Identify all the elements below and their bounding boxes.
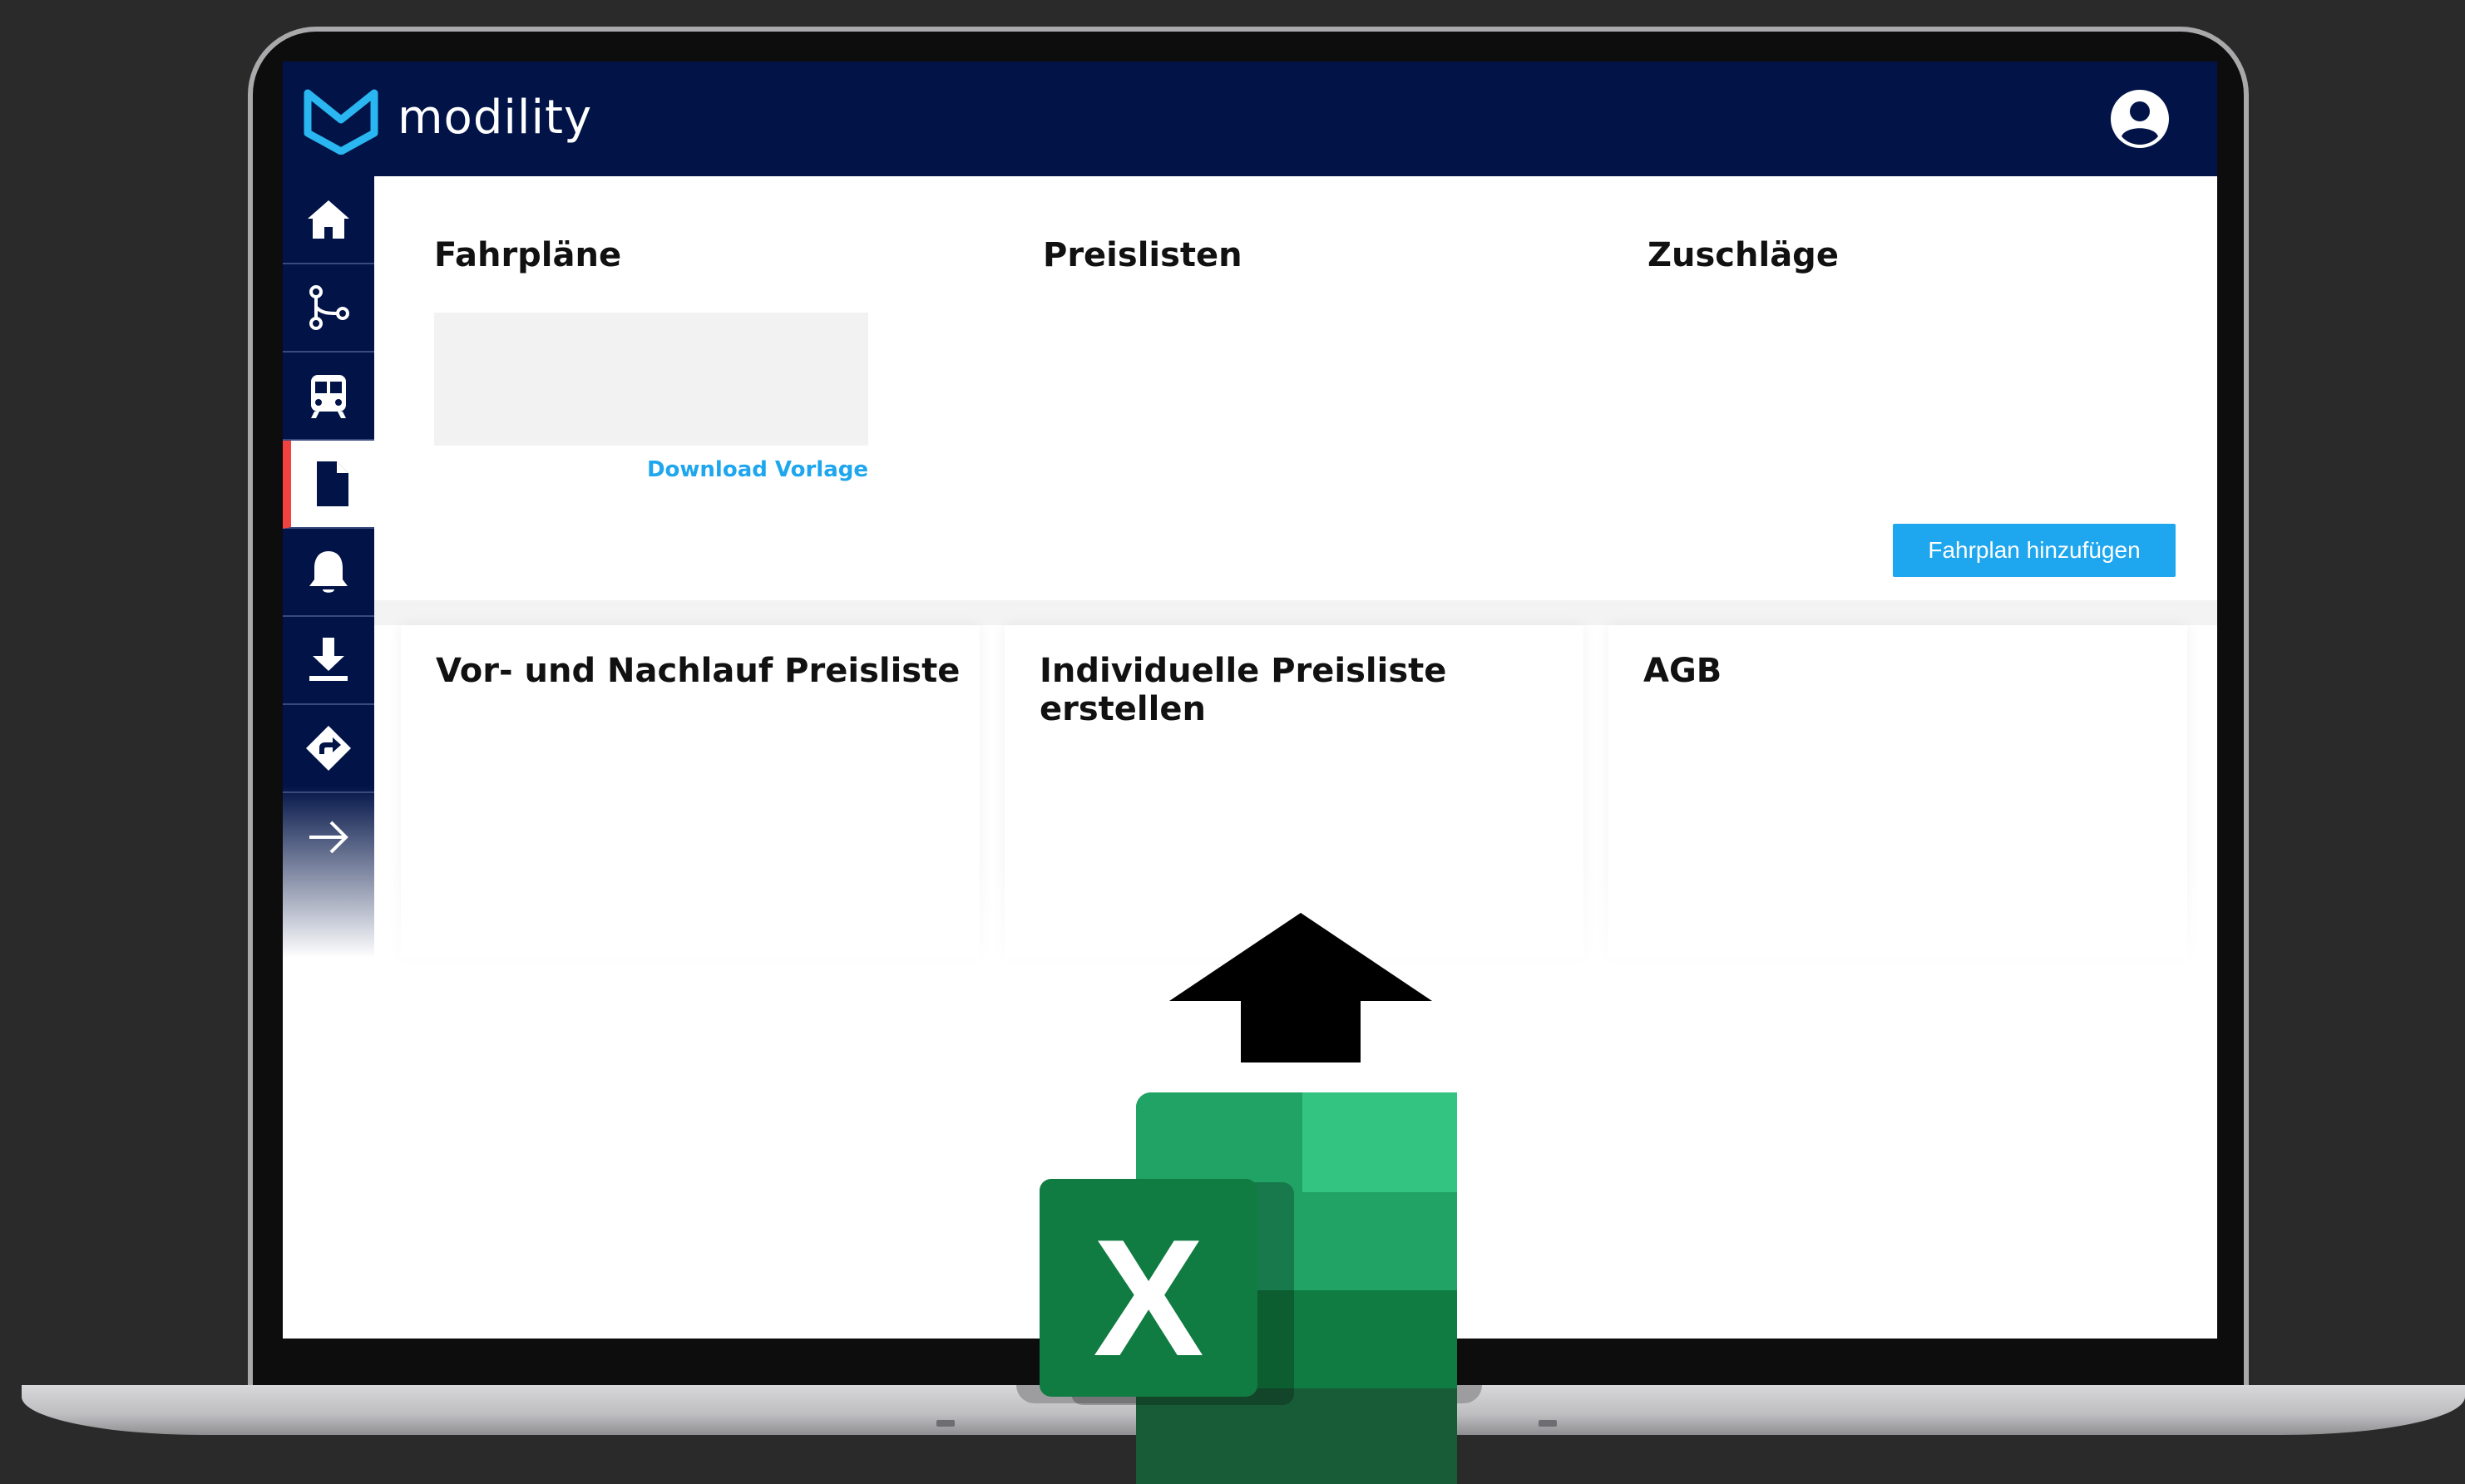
card-title: AGB	[1643, 652, 1722, 690]
sidebar-item-directions[interactable]	[283, 705, 374, 793]
section-title-zuschlaege: Zuschläge	[1647, 236, 1839, 274]
add-timetable-button[interactable]: Fahrplan hinzufügen	[1893, 524, 2176, 577]
sidebar-item-notifications[interactable]	[283, 529, 374, 617]
laptop-foot-left	[936, 1420, 955, 1427]
top-bar: modility	[283, 62, 2217, 176]
sidebar-item-documents[interactable]	[283, 441, 374, 529]
section-title-fahrplaene: Fahrpläne	[434, 236, 622, 274]
upload-arrow-icon	[1169, 913, 1432, 1062]
modility-logo-icon	[304, 89, 378, 155]
sidebar	[283, 176, 374, 958]
section-title-preislisten: Preislisten	[1043, 236, 1242, 274]
document-icon	[317, 461, 348, 506]
arrow-right-icon	[309, 821, 348, 854]
download-template-link[interactable]: Download Vorlage	[624, 457, 868, 482]
route-icon	[309, 285, 349, 330]
sidebar-item-downloads[interactable]	[283, 617, 374, 705]
sidebar-item-expand[interactable]	[283, 793, 374, 881]
sidebar-item-home[interactable]	[283, 176, 374, 264]
card-title: Individuelle Preisliste erstellen	[1040, 652, 1447, 728]
card-title: Vor- und Nachlauf Preisliste	[436, 652, 961, 690]
section-divider	[374, 600, 2217, 625]
excel-icon: X	[1040, 1092, 1457, 1484]
laptop-foot-right	[1539, 1420, 1557, 1427]
bell-icon	[309, 551, 348, 593]
sidebar-item-trains[interactable]	[283, 353, 374, 441]
upload-dropzone[interactable]	[434, 313, 868, 446]
download-icon	[309, 638, 348, 681]
top-panel: Fahrpläne Preislisten Zuschläge Download…	[374, 176, 2217, 600]
train-icon	[311, 375, 346, 418]
home-icon	[308, 200, 349, 239]
excel-letter: X	[1093, 1205, 1203, 1391]
brand-name: modility	[398, 91, 593, 145]
sidebar-item-routes[interactable]	[283, 264, 374, 353]
user-avatar-icon[interactable]	[2109, 88, 2171, 150]
directions-icon	[306, 726, 351, 771]
